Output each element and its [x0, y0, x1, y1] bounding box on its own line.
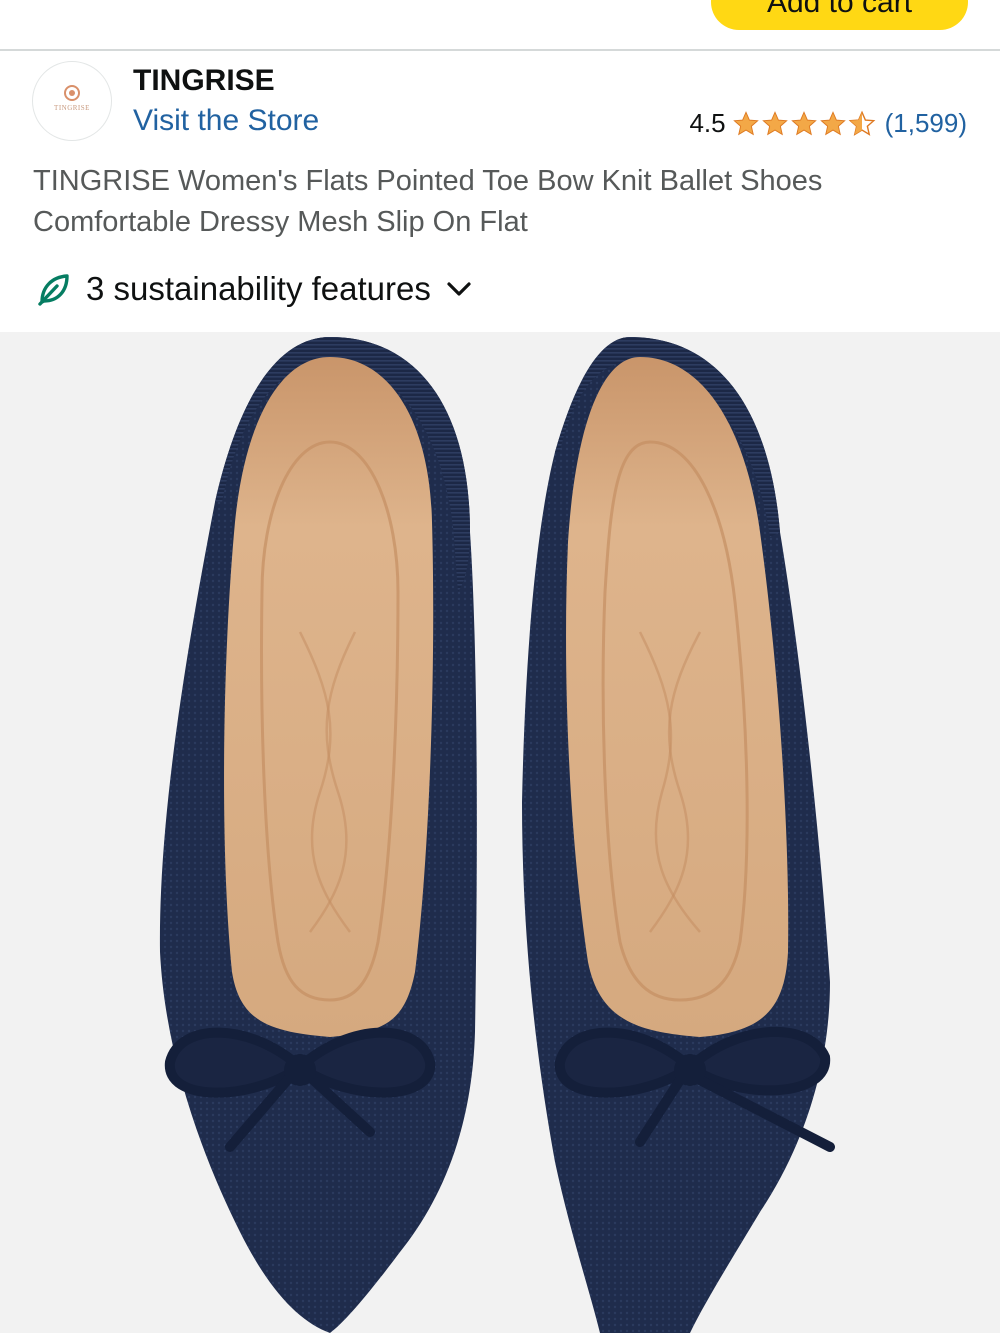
visit-store-link[interactable]: Visit the Store — [133, 104, 319, 138]
star-full-icon — [761, 110, 788, 135]
star-full-icon — [790, 110, 817, 135]
sustainability-label: 3 sustainability features — [86, 270, 431, 307]
right-shoe — [522, 337, 835, 1333]
sustainability-features-toggle[interactable]: 3 sustainability features — [36, 270, 473, 308]
chevron-down-icon — [447, 282, 471, 296]
product-image[interactable] — [0, 332, 1000, 1333]
add-to-cart-button[interactable]: Add to cart — [711, 0, 968, 30]
brand-logo-mark-icon — [64, 84, 80, 101]
star-half-icon — [848, 110, 875, 136]
brand-row: TINGRISE TINGRISE Visit the Store 4.5 (1… — [0, 51, 1000, 151]
star-rating — [732, 110, 877, 138]
star-full-icon — [819, 110, 846, 135]
star-full-icon — [732, 110, 759, 135]
brand-name: TINGRISE — [133, 64, 275, 97]
rating-summary[interactable]: 4.5 (1,599) — [689, 108, 967, 139]
brand-logo-text: TINGRISE — [54, 103, 90, 112]
product-title: TINGRISE Women's Flats Pointed Toe Bow K… — [33, 165, 823, 238]
product-photo-ballet-flats — [159, 337, 835, 1333]
top-bar: Add to cart — [0, 0, 1000, 51]
review-count-link[interactable]: (1,599) — [885, 108, 967, 139]
brand-logo[interactable]: TINGRISE — [32, 61, 112, 141]
leaf-icon — [38, 274, 69, 306]
left-shoe — [159, 337, 477, 1333]
rating-value: 4.5 — [689, 108, 726, 138]
